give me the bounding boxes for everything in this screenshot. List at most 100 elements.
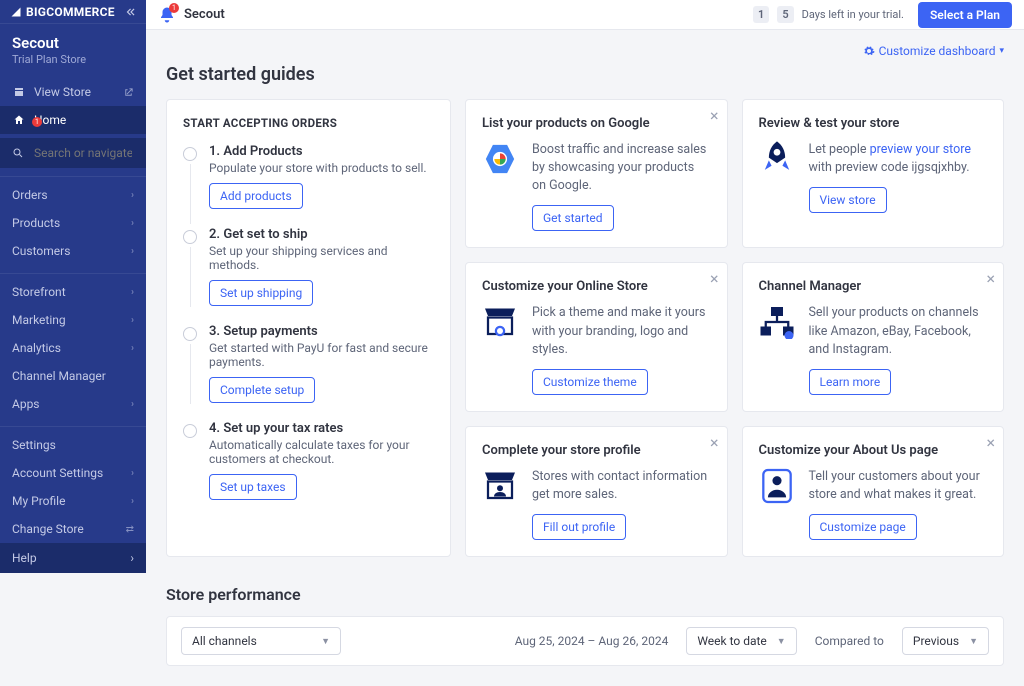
sidebar-search[interactable]	[0, 138, 146, 168]
period-select[interactable]: Week to date ▼	[686, 627, 796, 655]
chevron-right-icon: ›	[131, 399, 134, 410]
compared-select[interactable]: Previous ▼	[902, 627, 989, 655]
chevron-down-icon: ▼	[321, 636, 330, 647]
card-text: Pick a theme and make it yours with your…	[532, 304, 711, 358]
search-input[interactable]	[32, 145, 134, 161]
sidebar-channel-manager[interactable]: Channel Manager	[0, 362, 146, 390]
add-products-button[interactable]: Add products	[209, 183, 303, 209]
start-accepting-orders-card: START ACCEPTING ORDERS 1. Add Products P…	[166, 99, 451, 557]
chevron-down-icon: ▾	[999, 46, 1004, 56]
chevron-right-icon: ›	[131, 287, 134, 298]
sidebar-item-label: Customers	[12, 244, 70, 258]
channel-card: × Channel Manager Sell your products on …	[742, 262, 1005, 411]
setup-shipping-button[interactable]: Set up shipping	[209, 280, 313, 306]
sidebar-help[interactable]: Help ›	[0, 543, 146, 573]
notifications-button[interactable]: 1	[158, 6, 176, 24]
chevron-right-icon: ›	[130, 551, 134, 565]
customize-theme-button[interactable]: Customize theme	[532, 369, 648, 395]
sidebar-item-label: Products	[12, 216, 60, 230]
customize-dashboard-link[interactable]: Customize dashboard ▾	[863, 44, 1004, 58]
compared-label: Compared to	[815, 634, 884, 648]
card-title: Channel Manager	[759, 279, 988, 294]
performance-heading: Store performance	[166, 585, 1004, 604]
channels-select[interactable]: All channels ▼	[181, 627, 341, 655]
brand-logo: BIGCOMMERCE	[10, 5, 115, 19]
main: Customize dashboard ▾ Get started guides…	[146, 0, 1024, 686]
card-text: Sell your products on channels like Amaz…	[809, 304, 988, 358]
notifications-badge: 1	[169, 3, 179, 13]
logo-icon	[10, 6, 22, 18]
close-icon[interactable]: ×	[986, 271, 995, 287]
chevron-down-icon: ▼	[777, 636, 786, 647]
card-title: Review & test your store	[759, 116, 988, 131]
collapse-sidebar-icon[interactable]	[122, 5, 136, 19]
sidebar-settings[interactable]: Settings	[0, 431, 146, 459]
step-title: 3. Setup payments	[209, 324, 434, 339]
sidebar-header: BIGCOMMERCE	[0, 0, 146, 24]
card-title: Customize your About Us page	[759, 443, 988, 458]
store-profile-icon	[482, 468, 518, 504]
performance-filters: All channels ▼ Aug 25, 2024 – Aug 26, 20…	[166, 616, 1004, 666]
sidebar-customers[interactable]: Customers ›	[0, 237, 146, 265]
customize-dashboard-label: Customize dashboard	[879, 44, 996, 58]
preview-store-link[interactable]: preview your store	[870, 142, 971, 157]
store-name: Secout	[12, 34, 134, 52]
sidebar-account-settings[interactable]: Account Settings›	[0, 459, 146, 487]
setup-taxes-button[interactable]: Set up taxes	[209, 474, 297, 500]
google-icon	[482, 141, 518, 177]
select-plan-button[interactable]: Select a Plan	[918, 2, 1012, 28]
card-title: Complete your store profile	[482, 443, 711, 458]
step-title: 4. Set up your tax rates	[209, 421, 434, 436]
customize-about-button[interactable]: Customize page	[809, 514, 917, 540]
step-title: 1. Add Products	[209, 144, 427, 159]
sidebar-orders[interactable]: Orders›	[0, 181, 146, 209]
sidebar-item-label: View Store	[34, 85, 91, 99]
select-value: All channels	[192, 634, 257, 648]
sidebar-home[interactable]: 1 Home	[0, 106, 146, 134]
sidebar-item-label: Change Store	[12, 522, 84, 536]
brand-label: BIGCOMMERCE	[26, 5, 115, 19]
card-text: Let people preview your store with previ…	[809, 141, 988, 177]
close-icon[interactable]: ×	[710, 108, 719, 124]
sidebar-view-store[interactable]: View Store	[0, 78, 146, 106]
trial-label: Days left in your trial.	[802, 8, 904, 21]
chevron-right-icon: ›	[131, 190, 134, 201]
chevron-right-icon: ›	[131, 218, 134, 229]
select-value: Week to date	[697, 634, 766, 648]
review-post: with preview code ijgsqjxhby.	[809, 160, 970, 175]
chevron-right-icon: ›	[131, 496, 134, 507]
chevron-right-icon: ›	[131, 343, 134, 354]
complete-setup-button[interactable]: Complete setup	[209, 377, 315, 403]
fill-out-profile-button[interactable]: Fill out profile	[532, 514, 626, 540]
store-icon	[12, 85, 26, 99]
sidebar-item-label: Help	[12, 551, 37, 565]
steps-header: START ACCEPTING ORDERS	[183, 116, 434, 130]
card-text: Stores with contact information get more…	[532, 468, 711, 504]
step-add-products: 1. Add Products Populate your store with…	[183, 144, 434, 209]
learn-more-button[interactable]: Learn more	[809, 369, 892, 395]
sidebar-change-store[interactable]: Change Store⇄	[0, 515, 146, 543]
close-icon[interactable]: ×	[710, 271, 719, 287]
google-get-started-button[interactable]: Get started	[532, 205, 614, 231]
close-icon[interactable]: ×	[986, 435, 995, 451]
chevron-right-icon: ›	[131, 246, 134, 257]
close-icon[interactable]: ×	[710, 435, 719, 451]
sidebar-item-label: Account Settings	[12, 466, 103, 480]
sidebar-item-label: Settings	[12, 438, 56, 452]
about-card: × Customize your About Us page Tell your…	[742, 426, 1005, 557]
sidebar-products[interactable]: Products ›	[0, 209, 146, 237]
sidebar-item-label: Channel Manager	[12, 369, 106, 383]
sidebar-analytics[interactable]: Analytics›	[0, 334, 146, 362]
step-desc: Automatically calculate taxes for your c…	[209, 438, 434, 466]
home-badge: 1	[32, 117, 42, 127]
sidebar-apps[interactable]: Apps›	[0, 390, 146, 418]
view-store-button[interactable]: View store	[809, 187, 887, 213]
sidebar-marketing[interactable]: Marketing›	[0, 306, 146, 334]
sidebar-my-profile[interactable]: My Profile ›	[0, 487, 146, 515]
sidebar-storefront[interactable]: Storefront›	[0, 278, 146, 306]
card-title: List your products on Google	[482, 116, 711, 131]
step-shipping: 2. Get set to ship Set up your shipping …	[183, 227, 434, 306]
sidebar-item-label: My Profile	[12, 494, 65, 508]
guides-grid: START ACCEPTING ORDERS 1. Add Products P…	[166, 99, 1004, 557]
card-text: Boost traffic and increase sales by show…	[532, 141, 711, 195]
